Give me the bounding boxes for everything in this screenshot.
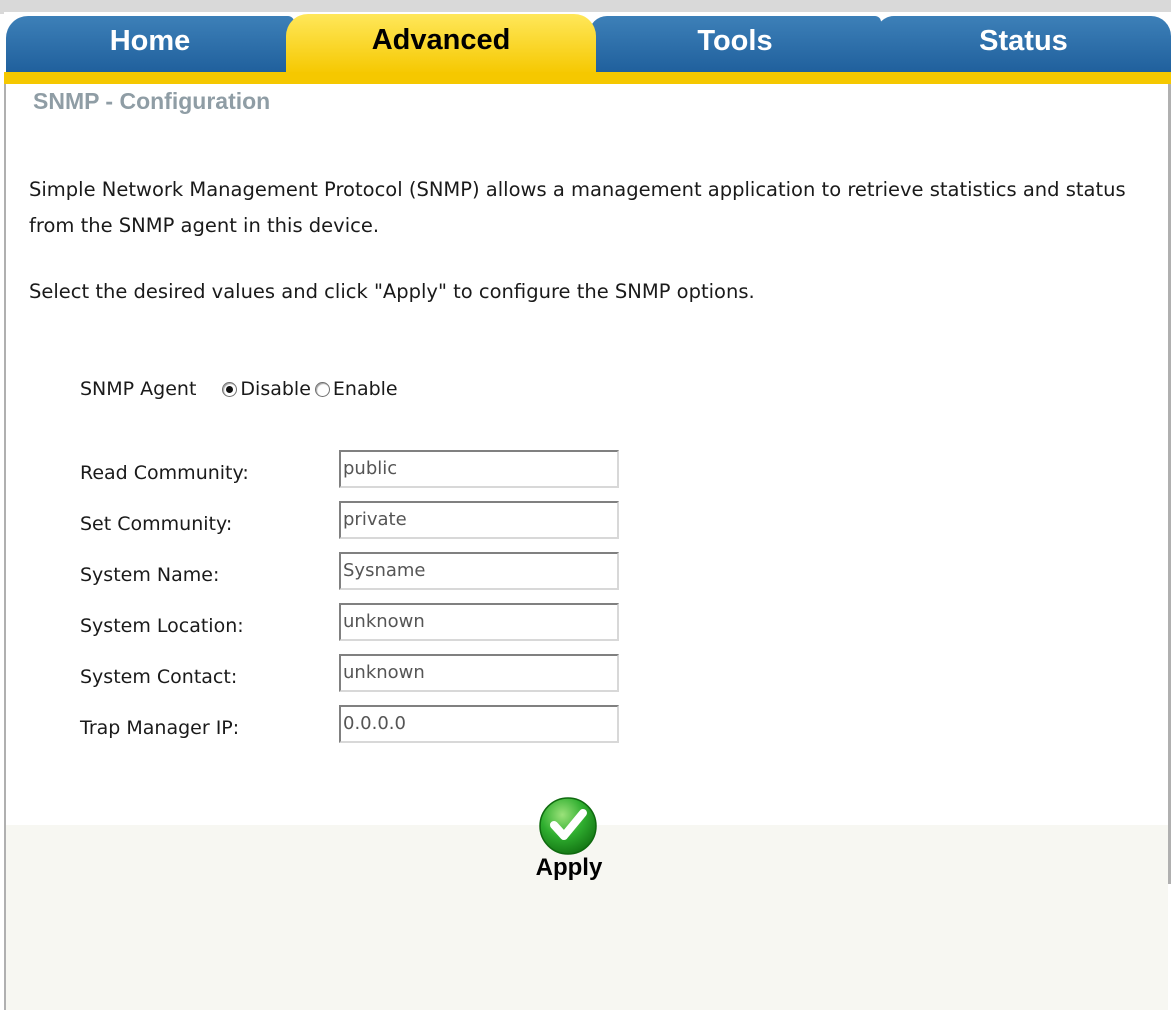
tab-home-label: Home: [109, 24, 191, 57]
page-description: Simple Network Management Protocol (SNMP…: [29, 178, 1126, 237]
tab-tools[interactable]: Tools: [589, 16, 881, 74]
tab-advanced-label: Advanced: [371, 23, 511, 56]
trap-manager-ip-label: Trap Manager IP:: [80, 717, 240, 739]
main-tab-bar: Home Tools Status Advanced: [4, 12, 1171, 76]
system-contact-input[interactable]: unknown: [339, 654, 619, 692]
snmp-agent-disable-radio[interactable]: [222, 381, 238, 397]
snmp-agent-label: SNMP Agent: [80, 378, 197, 400]
checkmark-icon: [539, 797, 597, 855]
trap-manager-ip-input[interactable]: 0.0.0.0: [339, 705, 619, 743]
read-community-input[interactable]: public: [339, 450, 619, 488]
snmp-agent-enable-label: Enable: [332, 378, 398, 400]
snmp-agent-disable-option[interactable]: Disable: [222, 378, 311, 400]
read-community-label: Read Community:: [80, 462, 249, 484]
snmp-agent-enable-option[interactable]: Enable: [314, 378, 398, 400]
tab-status[interactable]: Status: [876, 16, 1171, 74]
snmp-config-page: Home Tools Status Advanced SNMP - Config…: [0, 0, 1171, 1010]
system-location-label: System Location:: [80, 615, 244, 637]
tab-home[interactable]: Home: [6, 16, 294, 74]
page-instruction: Select the desired values and click "App…: [29, 280, 755, 303]
tab-advanced[interactable]: Advanced: [286, 14, 596, 74]
set-community-label: Set Community:: [80, 513, 233, 535]
snmp-agent-enable-radio[interactable]: [314, 381, 330, 397]
system-contact-label: System Contact:: [80, 666, 238, 688]
snmp-agent-row: SNMP Agent Disable Enable: [80, 378, 402, 400]
system-location-input[interactable]: unknown: [339, 603, 619, 641]
system-name-input[interactable]: Sysname: [339, 552, 619, 590]
page-title: SNMP - Configuration: [33, 88, 271, 114]
apply-label: Apply: [535, 854, 603, 881]
tab-status-label: Status: [979, 24, 1068, 57]
tab-underline: [4, 72, 1171, 84]
snmp-agent-disable-label: Disable: [240, 378, 311, 400]
system-name-label: System Name:: [80, 564, 220, 586]
apply-button[interactable]: Apply: [526, 794, 612, 890]
tab-tools-label: Tools: [697, 24, 773, 57]
set-community-input[interactable]: private: [339, 501, 619, 539]
